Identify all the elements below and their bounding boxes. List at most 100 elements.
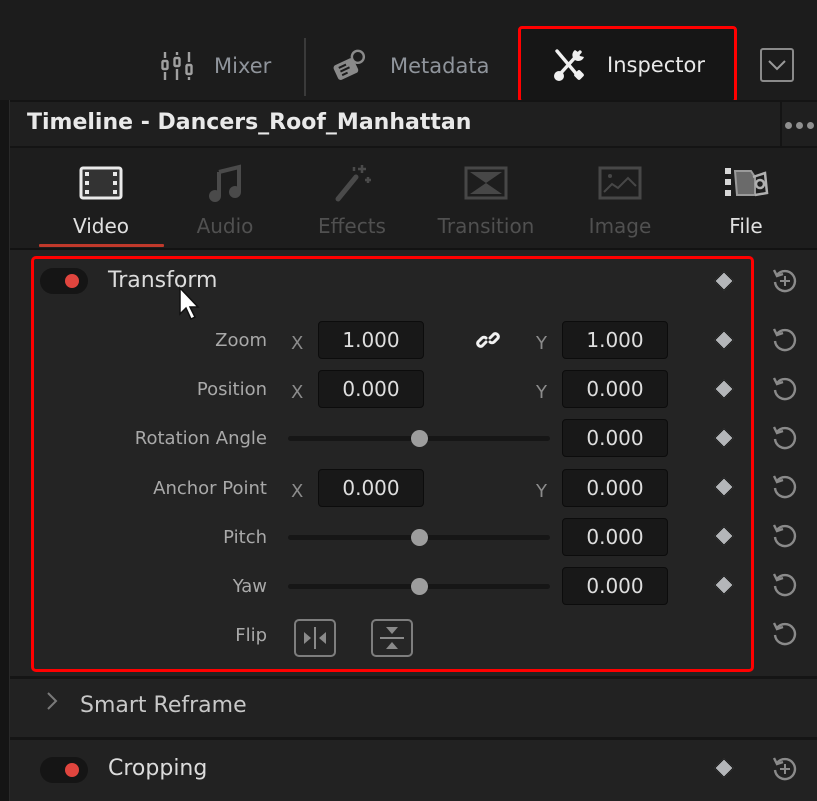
- file-camera-icon: [723, 158, 769, 208]
- anchor-y-field[interactable]: 0.000: [562, 469, 668, 507]
- metadata-label: Metadata: [390, 54, 490, 78]
- slider-thumb[interactable]: [411, 529, 428, 546]
- anchor-x-field[interactable]: 0.000: [318, 469, 424, 507]
- rotation-angle-label: Rotation Angle: [134, 428, 267, 449]
- link-icon: [476, 332, 500, 348]
- position-y-axis-label: Y: [536, 382, 547, 403]
- anchor-y-axis-label: Y: [536, 481, 547, 502]
- reset-icon: [772, 426, 797, 450]
- rotation-angle-field[interactable]: 0.000: [562, 419, 668, 457]
- yaw-label: Yaw: [232, 576, 267, 597]
- more-options-button[interactable]: [780, 102, 817, 148]
- position-y-field[interactable]: 0.000: [562, 370, 668, 408]
- transform-reset-all-button[interactable]: [771, 266, 799, 294]
- inspector-tools-icon: [551, 47, 587, 83]
- magic-wand-icon: [332, 158, 372, 208]
- rotation-angle-slider[interactable]: [288, 428, 550, 448]
- anchor-x-axis-label: X: [291, 481, 304, 502]
- tab-effects-label: Effects: [318, 214, 386, 238]
- yaw-field[interactable]: 0.000: [562, 567, 668, 605]
- zoom-x-axis-label: X: [291, 333, 304, 354]
- collapse-panel-button[interactable]: [760, 48, 794, 82]
- position-x-field[interactable]: 0.000: [318, 370, 424, 408]
- reset-icon: [772, 622, 797, 646]
- anchor-reset-button[interactable]: [771, 472, 799, 500]
- pitch-label: Pitch: [223, 527, 267, 548]
- position-label: Position: [196, 379, 267, 400]
- flip-horizontal-button[interactable]: [294, 619, 336, 657]
- cropping-reset-all-button[interactable]: [771, 754, 799, 782]
- reset-icon: [772, 377, 797, 401]
- chevron-down-icon: [767, 56, 787, 75]
- tab-image[interactable]: Image: [558, 158, 682, 248]
- tab-effects[interactable]: Effects: [290, 158, 414, 248]
- tab-file-label: File: [729, 214, 763, 238]
- slider-thumb[interactable]: [411, 578, 428, 595]
- toolbar-divider: [304, 38, 306, 96]
- inspector-label: Inspector: [607, 52, 705, 77]
- inspector-button[interactable]: Inspector: [518, 26, 737, 103]
- anchor-point-label: Anchor Point: [153, 478, 267, 499]
- position-x-axis-label: X: [291, 382, 304, 403]
- transform-section: [31, 256, 754, 672]
- reset-add-icon: [772, 269, 797, 293]
- rotation-reset-button[interactable]: [771, 423, 799, 451]
- cropping-keyframe-icon[interactable]: [714, 758, 734, 778]
- cropping-title[interactable]: Cropping: [108, 756, 207, 781]
- pitch-field[interactable]: 0.000: [562, 518, 668, 556]
- reset-icon: [772, 573, 797, 597]
- cropping-enable-toggle[interactable]: [40, 757, 88, 783]
- smart-reframe-expand-chevron-icon[interactable]: [46, 691, 58, 717]
- inspector-content: Transform Zoom X 1.000 Y 1.000 Position …: [10, 250, 817, 801]
- transition-icon: [464, 158, 508, 208]
- reset-icon: [772, 475, 797, 499]
- film-icon: [79, 158, 123, 208]
- reset-add-icon: [772, 757, 797, 781]
- pitch-reset-button[interactable]: [771, 521, 799, 549]
- transform-enable-toggle[interactable]: [40, 268, 88, 294]
- flip-vertical-icon: [380, 627, 404, 649]
- mixer-label: Mixer: [214, 54, 272, 78]
- smart-reframe-title[interactable]: Smart Reframe: [80, 693, 247, 718]
- active-tab-indicator: [39, 244, 164, 247]
- tab-audio-label: Audio: [196, 214, 254, 238]
- tab-image-label: Image: [588, 214, 652, 238]
- yaw-slider[interactable]: [288, 576, 550, 596]
- more-options-icon: [785, 121, 814, 129]
- pitch-slider[interactable]: [288, 527, 550, 547]
- flip-horizontal-icon: [304, 627, 326, 649]
- slider-thumb[interactable]: [411, 430, 428, 447]
- image-icon: [598, 158, 642, 208]
- zoom-y-axis-label: Y: [536, 333, 547, 354]
- metadata-button[interactable]: Metadata: [330, 40, 489, 92]
- section-divider: [10, 676, 817, 679]
- left-rail: [0, 100, 10, 801]
- mixer-button[interactable]: Mixer: [160, 40, 271, 92]
- link-zoom-button[interactable]: [476, 328, 500, 356]
- tab-transition[interactable]: Transition: [424, 158, 548, 248]
- top-toolbar: Mixer Metadata Inspector: [0, 0, 817, 103]
- position-reset-button[interactable]: [771, 374, 799, 402]
- mouse-cursor-icon: [178, 286, 202, 322]
- reset-icon: [772, 328, 797, 352]
- zoom-reset-button[interactable]: [771, 325, 799, 353]
- flip-label: Flip: [235, 625, 267, 646]
- flip-vertical-button[interactable]: [371, 619, 413, 657]
- reset-icon: [772, 524, 797, 548]
- zoom-label: Zoom: [215, 330, 267, 351]
- music-note-icon: [207, 158, 243, 208]
- tab-audio[interactable]: Audio: [163, 158, 287, 248]
- tab-video[interactable]: Video: [39, 158, 163, 248]
- flip-reset-button[interactable]: [771, 619, 799, 647]
- yaw-reset-button[interactable]: [771, 570, 799, 598]
- inspector-tabs: Video Audio Effects Transition Image Fil…: [10, 148, 817, 250]
- zoom-y-field[interactable]: 1.000: [562, 321, 668, 359]
- timeline-title: Timeline - Dancers_Roof_Manhattan: [27, 110, 472, 135]
- section-divider: [10, 737, 817, 740]
- tab-transition-label: Transition: [437, 214, 535, 238]
- inspector-titlebar: Timeline - Dancers_Roof_Manhattan: [10, 100, 817, 148]
- tab-file[interactable]: File: [684, 158, 808, 248]
- tab-video-label: Video: [72, 214, 130, 238]
- metadata-tag-icon: [330, 49, 370, 83]
- zoom-x-field[interactable]: 1.000: [318, 321, 424, 359]
